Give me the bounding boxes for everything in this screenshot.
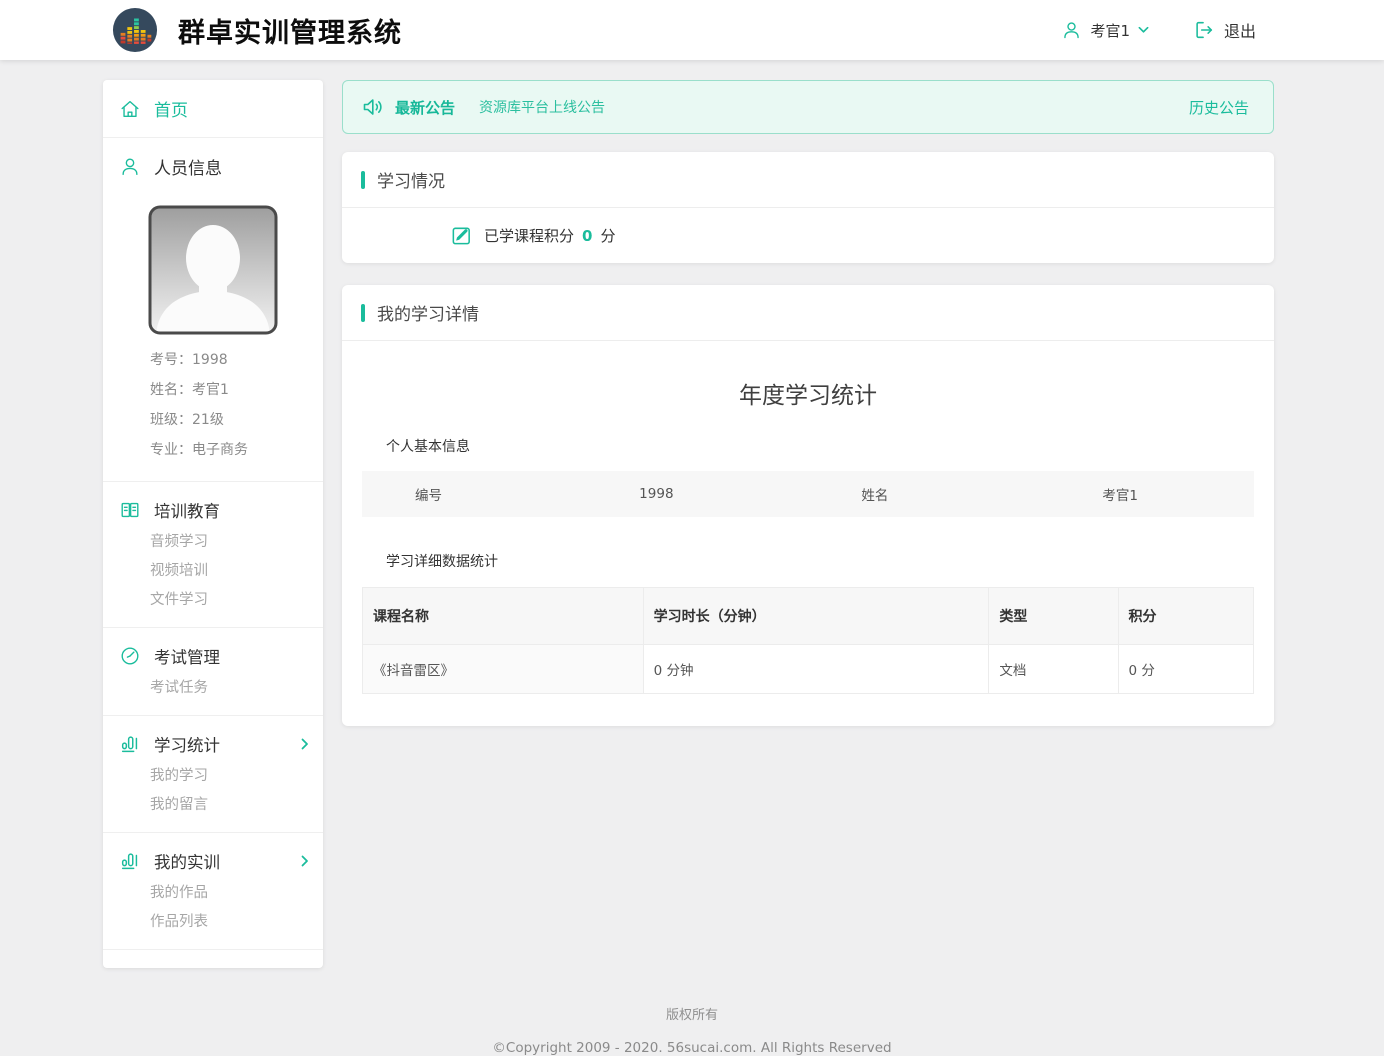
sidebar-item-works-list[interactable]: 作品列表 [103, 908, 323, 937]
cell-duration: 0 分钟 [643, 645, 989, 694]
col-course-name: 课程名称 [363, 588, 644, 645]
sidebar-group-study-stats: 学习统计 我的学习 我的留言 [103, 716, 323, 833]
cell-course-name: 《抖音雷区》 [363, 645, 644, 694]
home-icon [119, 98, 141, 120]
study-stats-table: 课程名称 学习时长（分钟） 类型 积分 《抖音雷区》 0 分钟 文档 0 分 [362, 587, 1254, 694]
profile-details: 考号：1998 姓名：考官1 班级：21级 专业：电子商务 [103, 335, 323, 482]
profile-major: 专业：电子商务 [150, 435, 323, 465]
announcement-bar: 最新公告 资源库平台上线公告 历史公告 [342, 80, 1274, 134]
study-status-body: 已学课程积分 0 分 [342, 208, 1274, 263]
edit-icon [450, 224, 473, 247]
basic-info-name-label: 姓名 [763, 484, 986, 504]
cell-score: 0 分 [1118, 645, 1253, 694]
history-announcements-link[interactable]: 历史公告 [1189, 97, 1249, 118]
score-unit: 分 [600, 225, 615, 246]
sidebar-item-video-training[interactable]: 视频培训 [103, 557, 323, 586]
clock-icon [119, 645, 141, 667]
basic-info-id-label: 编号 [362, 484, 549, 504]
logout-button[interactable]: 退出 [1193, 18, 1256, 42]
sidebar-item-home[interactable]: 首页 [103, 80, 323, 138]
sidebar-item-profile[interactable]: 人员信息 [103, 138, 323, 195]
basic-info-row: 编号 1998 姓名 考官1 [362, 471, 1254, 517]
profile-class: 班级：21级 [150, 405, 323, 435]
basic-info-label: 个人基本信息 [362, 436, 1254, 456]
sidebar-group-my-practice: 我的实训 我的作品 作品列表 [103, 833, 323, 950]
table-row: 《抖音雷区》 0 分钟 文档 0 分 [363, 645, 1254, 694]
sidebar-group-exam: 考试管理 考试任务 [103, 628, 323, 716]
study-detail-title: 我的学习详情 [377, 300, 479, 325]
sidebar-item-my-practice[interactable]: 我的实训 [103, 837, 323, 879]
basic-info-name-value: 考官1 [986, 484, 1254, 504]
sidebar-group-training: 培训教育 音频学习 视频培训 文件学习 [103, 482, 323, 628]
profile-exam-no: 考号：1998 [150, 345, 323, 375]
accent-bar [361, 304, 365, 322]
announcement-link[interactable]: 资源库平台上线公告 [479, 97, 605, 117]
sidebar-item-my-study[interactable]: 我的学习 [103, 762, 323, 791]
book-icon [119, 499, 141, 521]
group-label: 学习统计 [154, 732, 220, 756]
sidebar-item-exam[interactable]: 考试管理 [103, 632, 323, 674]
page-footer: 版权所有 ©Copyright 2009 - 2020. 56sucai.com… [0, 968, 1384, 1056]
chevron-down-icon [1138, 26, 1149, 34]
sidebar-item-my-works[interactable]: 我的作品 [103, 879, 323, 908]
accent-bar [361, 171, 365, 189]
table-header-row: 课程名称 学习时长（分钟） 类型 积分 [363, 588, 1254, 645]
study-status-header: 学习情况 [342, 152, 1274, 208]
app-title: 群卓实训管理系统 [178, 11, 402, 50]
basic-info-id-value: 1998 [549, 486, 763, 502]
sidebar-home-label: 首页 [154, 96, 188, 121]
study-status-title: 学习情况 [377, 167, 445, 192]
group-label: 考试管理 [154, 644, 220, 668]
sidebar-item-file-study[interactable]: 文件学习 [103, 586, 323, 615]
sidebar: 首页 人员信息 [103, 80, 323, 968]
annual-stats-title: 年度学习统计 [362, 341, 1254, 436]
top-bar: 群卓实训管理系统 考官1 [0, 0, 1384, 60]
chevron-right-icon [301, 855, 309, 867]
chevron-right-icon [301, 738, 309, 750]
study-detail-card: 我的学习详情 年度学习统计 个人基本信息 编号 1998 姓名 考官1 学习详细… [342, 285, 1274, 726]
sidebar-item-my-messages[interactable]: 我的留言 [103, 791, 323, 820]
user-name: 考官1 [1090, 20, 1130, 41]
footer-copyright-cn: 版权所有 [0, 968, 1384, 1023]
study-detail-body: 年度学习统计 个人基本信息 编号 1998 姓名 考官1 学习详细数据统计 课程… [342, 341, 1274, 726]
user-menu[interactable]: 考官1 [1061, 20, 1149, 41]
sidebar-item-training[interactable]: 培训教育 [103, 486, 323, 528]
app-logo-icon [112, 7, 158, 53]
sidebar-item-exam-tasks[interactable]: 考试任务 [103, 674, 323, 703]
logout-label: 退出 [1224, 18, 1256, 42]
profile-name: 姓名：考官1 [150, 375, 323, 405]
main-content: 最新公告 资源库平台上线公告 历史公告 学习情况 已学课程积分 0 分 [342, 80, 1274, 726]
announcement-label: 最新公告 [395, 97, 455, 118]
group-label: 培训教育 [154, 498, 220, 522]
user-icon [1061, 20, 1082, 41]
col-type: 类型 [989, 588, 1118, 645]
bar-chart-icon [119, 733, 141, 755]
study-detail-header: 我的学习详情 [342, 285, 1274, 341]
group-label: 我的实训 [154, 849, 220, 873]
bar-chart-icon [119, 850, 141, 872]
sidebar-profile-label: 人员信息 [154, 154, 222, 179]
stats-table-label: 学习详细数据统计 [362, 551, 1254, 571]
cell-type: 文档 [989, 645, 1118, 694]
score-label: 已学课程积分 [484, 225, 574, 246]
person-icon [119, 156, 141, 178]
sidebar-item-study-stats[interactable]: 学习统计 [103, 720, 323, 762]
score-value: 0 [582, 227, 592, 245]
sidebar-item-audio-study[interactable]: 音频学习 [103, 528, 323, 557]
logout-icon [1193, 19, 1215, 41]
col-score: 积分 [1118, 588, 1253, 645]
speaker-icon [361, 95, 385, 119]
col-duration: 学习时长（分钟） [643, 588, 989, 645]
study-status-card: 学习情况 已学课程积分 0 分 [342, 152, 1274, 263]
avatar [148, 205, 278, 335]
